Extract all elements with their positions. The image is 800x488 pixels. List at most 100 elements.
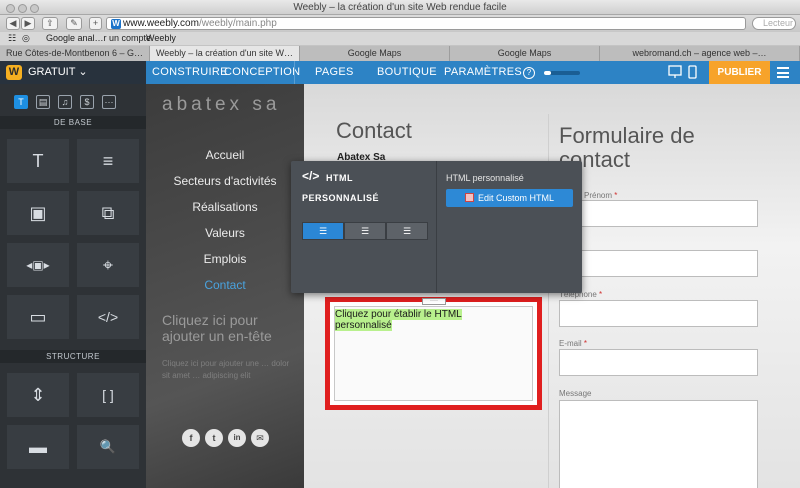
headline-line-2: ajouter un en-tête: [162, 328, 272, 344]
reading-list-icon[interactable]: ◎: [22, 32, 30, 45]
contact-heading[interactable]: Contact: [336, 118, 412, 144]
drag-handle[interactable]: ····: [422, 298, 446, 305]
site-sidebar: abatex sa Accueil Secteurs d'activités R…: [146, 84, 304, 488]
input-prenom[interactable]: [559, 200, 758, 227]
element-slideshow-icon[interactable]: ◂▣▸: [7, 243, 69, 287]
new-tab-icon[interactable]: +: [89, 17, 102, 30]
desktop-mobile-icon[interactable]: [668, 65, 698, 80]
site-headline[interactable]: Cliquez ici pour ajouter un en-tête: [162, 312, 272, 344]
site-menu-valeurs[interactable]: Valeurs: [146, 226, 304, 240]
site-logo[interactable]: abatex sa: [162, 94, 280, 116]
publish-button[interactable]: PUBLIER: [709, 61, 770, 84]
category-layout-icon[interactable]: ▤: [36, 95, 50, 109]
tab-google-maps-2[interactable]: Google Maps: [450, 46, 600, 61]
device-preview: [668, 65, 698, 85]
bookmark-google-analytics[interactable]: Google anal…r un compte: [46, 32, 151, 45]
panel-left: HTML PERSONNALISÉ </> ☰ ☰ ☰: [291, 161, 437, 293]
tab-maps-address[interactable]: Rue Côtes-de-Montbenon 6 – G…: [0, 46, 150, 61]
input-message[interactable]: [559, 400, 758, 488]
required-marker: *: [599, 290, 603, 299]
tab-google-maps-1[interactable]: Google Maps: [300, 46, 450, 61]
section-basic: DE BASE: [0, 116, 146, 129]
plan-dropdown[interactable]: GRATUIT ⌄: [28, 61, 88, 84]
share-icon[interactable]: ⇪: [42, 17, 58, 30]
forward-icon[interactable]: ▶: [21, 17, 35, 30]
bookmark-weebly[interactable]: Weebly: [146, 32, 176, 45]
plan-label: GRATUIT: [28, 66, 76, 78]
category-commerce-icon[interactable]: $: [80, 95, 94, 109]
browser-toolbar: ◀ ▶ ⇪ ✎ + W www.weebly.com/weebly/main.p…: [0, 15, 800, 32]
nav-conception[interactable]: CONCEPTION: [224, 61, 300, 84]
element-text-icon[interactable]: ≡: [77, 139, 139, 183]
nav-construire[interactable]: CONSTRUIRE: [152, 61, 228, 84]
form-heading-line-2: contact: [559, 147, 630, 172]
element-divider-icon[interactable]: ⇕: [7, 373, 69, 417]
element-button-icon[interactable]: ▬: [7, 425, 69, 469]
label-message: Message: [559, 389, 592, 398]
linkedin-icon[interactable]: in: [228, 429, 246, 447]
reader-button[interactable]: Lecteur: [752, 17, 796, 30]
category-media-icon[interactable]: ♫: [58, 95, 72, 109]
html-icon: [464, 193, 474, 202]
input-email[interactable]: [559, 349, 758, 376]
bookmarks-icon[interactable]: ☷: [8, 32, 16, 45]
url-domain: www.weebly.com: [123, 18, 199, 29]
form-heading-line-1: Formulaire de: [559, 123, 695, 148]
element-code-icon[interactable]: </>: [77, 295, 139, 339]
tab-webromand[interactable]: webromand.ch – agence web –…: [600, 46, 800, 61]
address-bar[interactable]: W www.weebly.com/weebly/main.php: [106, 17, 746, 30]
site-menu-secteurs[interactable]: Secteurs d'activités: [146, 174, 304, 188]
input-nom[interactable]: [559, 250, 758, 277]
help-icon[interactable]: ?: [523, 67, 535, 79]
mail-icon[interactable]: ✉: [251, 429, 269, 447]
twitter-icon[interactable]: t: [205, 429, 223, 447]
custom-html-panel: HTML PERSONNALISÉ </> ☰ ☰ ☰ HTML personn…: [291, 161, 582, 293]
site-menu-emplois[interactable]: Emplois: [146, 252, 304, 266]
custom-html-element[interactable]: ···· Cliquez pour établir le HTML personn…: [325, 297, 542, 410]
form-heading[interactable]: Formulaire de contact: [559, 124, 759, 172]
align-right-button[interactable]: ☰: [386, 222, 428, 240]
custom-html-placeholder[interactable]: Cliquez pour établir le HTML personnalisé: [334, 306, 533, 401]
element-spacer-icon[interactable]: [ ]: [77, 373, 139, 417]
element-title-icon[interactable]: T: [7, 139, 69, 183]
site-subtext[interactable]: Cliquez ici pour ajouter une … dolor sit…: [162, 358, 292, 382]
category-more-icon[interactable]: ···: [102, 95, 116, 109]
tools-icon[interactable]: ✎: [66, 17, 82, 30]
panel-title: HTML PERSONNALISÉ: [302, 168, 422, 208]
editor-topbar: W GRATUIT ⌄ CONSTRUIRE CONCEPTION PAGES …: [0, 61, 800, 84]
window-titlebar: Weebly – la création d'un site Web rendu…: [0, 0, 800, 15]
site-favicon-icon: W: [111, 19, 121, 29]
site-menu-accueil[interactable]: Accueil: [146, 148, 304, 162]
element-gallery-icon[interactable]: ⧉: [77, 191, 139, 235]
align-center-button[interactable]: ☰: [344, 222, 386, 240]
label-prenom: Prénom *: [584, 191, 617, 200]
nav-parametres[interactable]: PARAMÈTRES: [444, 61, 522, 84]
tab-weebly[interactable]: Weebly – la création d'un site W…: [150, 46, 300, 61]
label-email: E-mail *: [559, 339, 587, 348]
input-telephone[interactable]: [559, 300, 758, 327]
custom-html-text-line-1: Cliquez pour établir le HTML: [335, 309, 462, 320]
nav-boutique[interactable]: BOUTIQUE: [377, 61, 437, 84]
window-title: Weebly – la création d'un site Web rendu…: [293, 2, 507, 13]
custom-html-text: Cliquez pour établir le HTML personnalisé: [335, 309, 534, 331]
required-marker: *: [583, 339, 588, 348]
menu-icon[interactable]: [777, 67, 789, 78]
back-icon[interactable]: ◀: [6, 17, 20, 30]
required-marker: *: [614, 191, 618, 200]
element-search-icon[interactable]: 🔍: [77, 425, 139, 469]
element-categories: T ▤ ♫ $ ···: [14, 92, 124, 110]
section-structure: STRUCTURE: [0, 350, 146, 363]
facebook-icon[interactable]: f: [182, 429, 200, 447]
align-left-button[interactable]: ☰: [302, 222, 344, 240]
category-text-icon[interactable]: T: [14, 95, 28, 109]
weebly-logo-icon[interactable]: W: [6, 65, 22, 80]
edit-custom-html-button[interactable]: Edit Custom HTML: [446, 189, 573, 207]
browser-tabs: Rue Côtes-de-Montbenon 6 – G… Weebly – l…: [0, 45, 800, 61]
nav-pages[interactable]: PAGES: [294, 61, 354, 84]
site-menu-realisations[interactable]: Réalisations: [146, 200, 304, 214]
element-map-icon[interactable]: ⌖: [77, 243, 139, 287]
element-image-icon[interactable]: ▣: [7, 191, 69, 235]
element-form-icon[interactable]: ▭: [7, 295, 69, 339]
site-menu-contact[interactable]: Contact: [146, 278, 304, 292]
panel-right-label: HTML personnalisé: [446, 173, 524, 183]
